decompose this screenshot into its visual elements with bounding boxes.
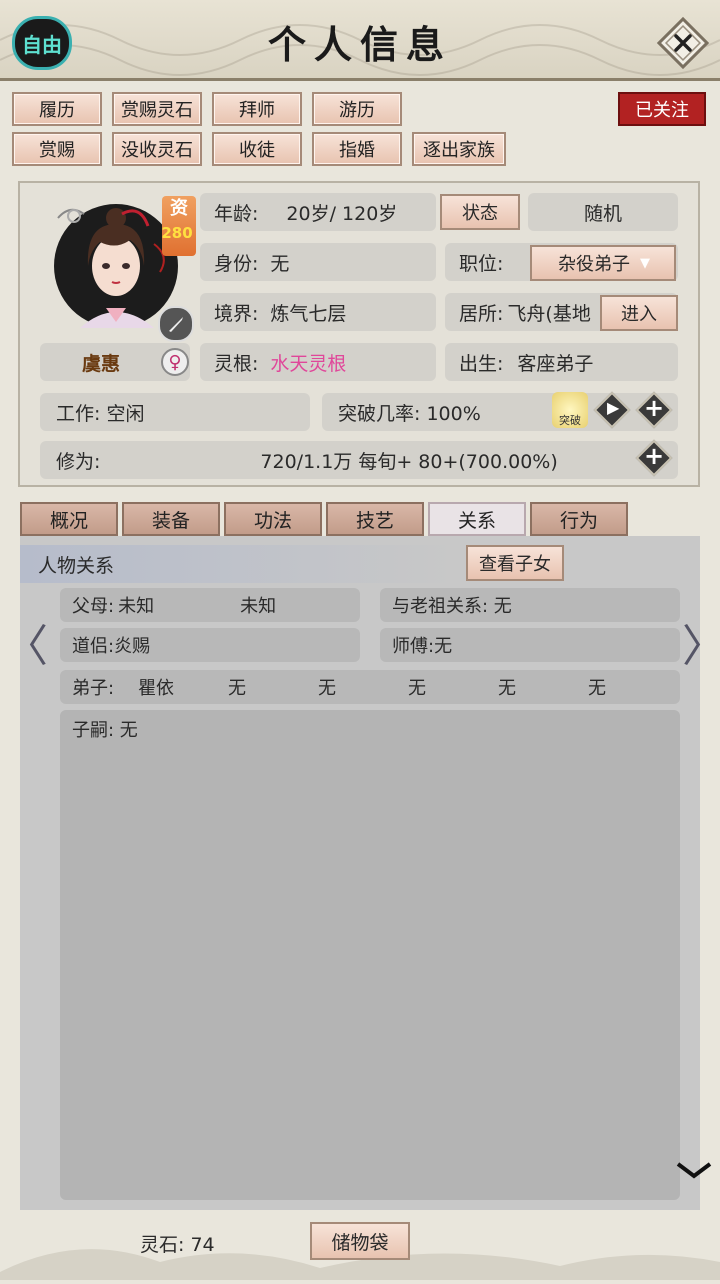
breakthrough-text: 突破几率: 100%	[338, 402, 481, 425]
view-children-button[interactable]: 查看子女	[466, 545, 564, 581]
identity-value: 无	[270, 252, 290, 275]
tab-relations[interactable]: 关系	[428, 502, 526, 536]
master-field: 师傅:无	[380, 628, 680, 662]
partner-field: 道侣:炎赐	[60, 628, 360, 662]
position-value: 杂役弟子	[558, 254, 630, 275]
birth-field: 出生: 客座弟子	[445, 343, 678, 381]
add-breakthrough-button[interactable]: +	[635, 391, 673, 429]
heirs-text: 子嗣: 无	[72, 720, 138, 741]
disciple-5: 无	[498, 678, 516, 699]
reward-stones-button[interactable]: 赏赐灵石	[112, 92, 202, 126]
confiscate-stones-button[interactable]: 没收灵石	[112, 132, 202, 166]
disciple-4: 无	[408, 678, 426, 699]
disciple-2: 无	[228, 678, 246, 699]
close-button[interactable]	[656, 16, 710, 70]
chevron-down-icon: ▼	[640, 255, 650, 271]
age-value: 20岁/ 120岁	[286, 202, 398, 225]
tab-crafts[interactable]: 技艺	[326, 502, 424, 536]
root-value: 水天灵根	[270, 352, 347, 375]
storage-bag-button[interactable]: 储物袋	[310, 1222, 410, 1260]
disciples-field: 弟子: 瞿依 无 无 无 无 无	[60, 670, 680, 704]
parent-1: 未知	[118, 596, 155, 617]
age-label: 年龄:	[214, 202, 259, 225]
aptitude-value: 280	[161, 224, 193, 242]
cultivation-field: 修为: 720/1.1万 每旬+ 80+(700.00%)	[40, 441, 678, 479]
tab-equipment[interactable]: 装备	[122, 502, 220, 536]
apprentice-button[interactable]: 拜师	[212, 92, 302, 126]
tab-behavior[interactable]: 行为	[530, 502, 628, 536]
heirs-panel: 子嗣: 无	[60, 710, 680, 1200]
spirit-stone-count: 灵石: 74	[140, 1234, 215, 1256]
reward-button[interactable]: 赏赐	[12, 132, 102, 166]
residence-value: 飞舟(基地	[507, 302, 591, 325]
close-icon	[656, 16, 710, 70]
resume-button[interactable]: 履历	[12, 92, 102, 126]
take-disciple-button[interactable]: 收徒	[212, 132, 302, 166]
play-button[interactable]: ▶	[593, 391, 631, 429]
birth-value: 客座弟子	[517, 352, 594, 375]
parents-field: 父母: 未知 未知	[60, 588, 360, 622]
tab-overview[interactable]: 概况	[20, 502, 118, 536]
travel-button[interactable]: 游历	[312, 92, 402, 126]
work-field: 工作: 空闲	[40, 393, 310, 431]
arrange-marriage-button[interactable]: 指婚	[312, 132, 402, 166]
scroll-down-button[interactable]	[676, 1158, 712, 1186]
realm-value: 炼气七层	[270, 302, 347, 325]
residence-label: 居所:	[459, 302, 504, 325]
disciple-6: 无	[588, 678, 606, 699]
realm-field: 境界: 炼气七层	[200, 293, 436, 331]
character-name: 虞惠	[81, 352, 120, 375]
tab-skills[interactable]: 功法	[224, 502, 322, 536]
enter-button[interactable]: 进入	[600, 295, 678, 331]
position-label: 职位:	[459, 252, 504, 275]
age-field: 年龄: 20岁/ 120岁	[200, 193, 436, 231]
root-field: 灵根: 水天灵根	[200, 343, 436, 381]
disciple-1[interactable]: 瞿依	[138, 674, 174, 700]
brush-button[interactable]	[158, 306, 194, 342]
page-title: 个人信息	[267, 22, 452, 67]
cultivation-value: 720/1.1万 每旬+ 80+(700.00%)	[260, 450, 558, 473]
aptitude-badge: 资 280	[161, 196, 196, 256]
next-arrow-icon[interactable]: 〉	[682, 610, 720, 674]
cultivation-label: 修为:	[56, 450, 101, 473]
status-button[interactable]: 状态	[440, 194, 520, 230]
disciples-label: 弟子:	[72, 678, 115, 699]
position-dropdown[interactable]: 杂役弟子 ▼	[530, 245, 676, 281]
expel-button[interactable]: 逐出家族	[412, 132, 506, 166]
female-icon: ♀	[161, 348, 189, 376]
aptitude-label: 资	[170, 198, 188, 219]
breakthrough-icon-label: 突破	[559, 414, 581, 427]
free-button[interactable]: 自由	[12, 16, 72, 70]
prev-arrow-icon[interactable]: 〈	[4, 610, 48, 674]
breakthrough-icon[interactable]: 突破	[552, 392, 588, 428]
root-label: 灵根:	[214, 352, 259, 375]
realm-label: 境界:	[214, 302, 259, 325]
random-button[interactable]: 随机	[528, 193, 678, 231]
follow-button[interactable]: 已关注	[618, 92, 706, 126]
parent-2: 未知	[240, 596, 277, 617]
ancestor-field: 与老祖关系: 无	[380, 588, 680, 622]
identity-label: 身份:	[214, 252, 259, 275]
chevron-down-icon	[676, 1162, 712, 1179]
brush-icon	[169, 317, 183, 332]
parents-label: 父母:	[72, 596, 115, 617]
birth-label: 出生:	[459, 352, 504, 375]
identity-field: 身份: 无	[200, 243, 436, 281]
section-title: 人物关系	[20, 545, 460, 583]
disciple-3: 无	[318, 678, 336, 699]
add-cultivation-button[interactable]: +	[635, 439, 673, 477]
